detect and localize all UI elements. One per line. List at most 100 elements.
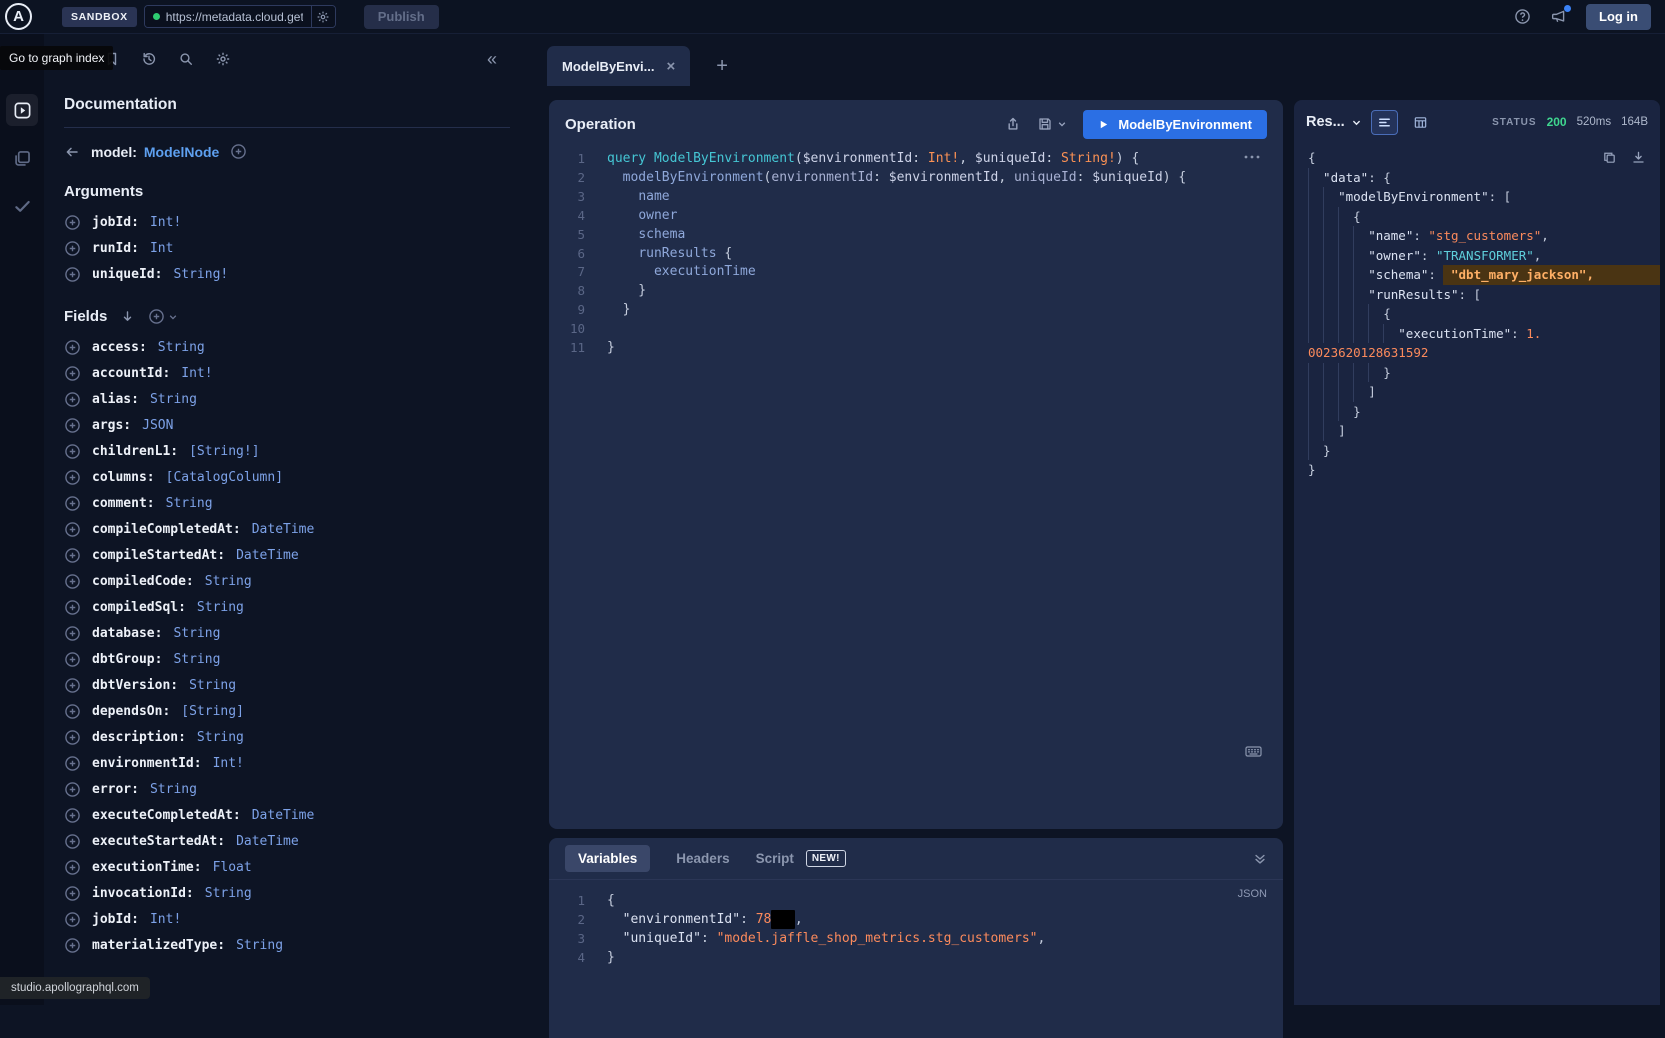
field-name: dependsOn: bbox=[92, 704, 170, 719]
add-field-button[interactable] bbox=[64, 417, 81, 434]
explorer-nav-button[interactable] bbox=[6, 94, 38, 126]
run-operation-button[interactable]: ModelByEnvironment bbox=[1083, 110, 1267, 139]
formatted-view-button[interactable] bbox=[1371, 110, 1398, 135]
add-field-button[interactable] bbox=[64, 547, 81, 564]
add-all-fields-button[interactable] bbox=[148, 308, 178, 325]
announcements-button[interactable] bbox=[1550, 8, 1567, 25]
field-type[interactable]: DateTime bbox=[236, 548, 299, 563]
add-field-button[interactable] bbox=[64, 521, 81, 538]
collections-nav-button[interactable] bbox=[6, 142, 38, 174]
argument-type[interactable]: Int! bbox=[150, 215, 181, 230]
variables-code[interactable]: { "environmentId": 78 , "uniqueId": "mod… bbox=[585, 891, 1283, 967]
response-title-dropdown[interactable]: Res... bbox=[1306, 114, 1362, 130]
operation-editor[interactable]: 1234567891011 query ModelByEnvironment($… bbox=[549, 148, 1283, 358]
field-type[interactable]: DateTime bbox=[236, 834, 299, 849]
search-button[interactable] bbox=[178, 51, 194, 67]
save-operation-button[interactable] bbox=[1037, 116, 1067, 132]
add-field-button[interactable] bbox=[64, 365, 81, 382]
field-type[interactable]: DateTime bbox=[252, 808, 315, 823]
field-type[interactable]: String bbox=[236, 938, 283, 953]
endpoint-url[interactable]: https://metadata.cloud.get bbox=[166, 10, 303, 24]
field-type[interactable]: Float bbox=[213, 860, 252, 875]
publish-button[interactable]: Publish bbox=[364, 5, 439, 29]
field-type[interactable]: [String] bbox=[181, 704, 244, 719]
field-type[interactable]: String bbox=[189, 678, 236, 693]
help-button[interactable] bbox=[1514, 8, 1531, 25]
add-field-button[interactable] bbox=[64, 781, 81, 798]
add-field-button[interactable] bbox=[64, 469, 81, 486]
field-type[interactable]: JSON bbox=[142, 418, 173, 433]
add-argument-button[interactable] bbox=[64, 266, 81, 283]
doc-type-name[interactable]: ModelNode bbox=[144, 144, 219, 160]
circle-plus-icon bbox=[64, 365, 81, 382]
add-type-button[interactable] bbox=[230, 143, 247, 160]
field-type[interactable]: [String!] bbox=[189, 444, 259, 459]
field-type[interactable]: String bbox=[158, 340, 205, 355]
field-type[interactable]: String bbox=[166, 496, 213, 511]
back-button[interactable] bbox=[64, 144, 80, 160]
field-type[interactable]: String bbox=[173, 626, 220, 641]
new-tab-button[interactable]: + bbox=[716, 56, 728, 76]
add-field-button[interactable] bbox=[64, 573, 81, 590]
field-type[interactable]: Int! bbox=[181, 366, 212, 381]
response-duration: 520ms bbox=[1577, 116, 1612, 128]
table-view-button[interactable] bbox=[1407, 110, 1434, 135]
tab-script[interactable]: Script bbox=[756, 851, 794, 866]
add-argument-button[interactable] bbox=[64, 214, 81, 231]
download-icon[interactable] bbox=[1631, 150, 1646, 165]
field-type[interactable]: String bbox=[205, 574, 252, 589]
history-button[interactable] bbox=[141, 51, 157, 67]
response-code[interactable]: {"data": {"modelByEnvironment": [{"name"… bbox=[1294, 148, 1660, 480]
explorer-settings-button[interactable] bbox=[215, 51, 231, 67]
field-type[interactable]: String bbox=[197, 730, 244, 745]
field-type[interactable]: DateTime bbox=[252, 522, 315, 537]
add-field-button[interactable] bbox=[64, 443, 81, 460]
collapse-panel-icon[interactable]: « bbox=[487, 50, 494, 68]
field-type[interactable]: String bbox=[150, 782, 197, 797]
variables-editor[interactable]: 1234 { "environmentId": 78 , "uniqueId":… bbox=[549, 880, 1283, 967]
add-field-button[interactable] bbox=[64, 729, 81, 746]
add-field-button[interactable] bbox=[64, 703, 81, 720]
copy-icon[interactable] bbox=[1602, 150, 1617, 165]
add-field-button[interactable] bbox=[64, 755, 81, 772]
login-button[interactable]: Log in bbox=[1586, 4, 1651, 30]
close-tab-icon[interactable]: × bbox=[666, 59, 675, 74]
argument-type[interactable]: String! bbox=[173, 267, 228, 282]
tab-variables[interactable]: Variables bbox=[565, 845, 650, 872]
tab-headers[interactable]: Headers bbox=[676, 851, 729, 866]
sort-fields-button[interactable] bbox=[120, 309, 135, 324]
apollo-logo[interactable]: A bbox=[5, 3, 32, 30]
endpoint-url-field[interactable]: https://metadata.cloud.get bbox=[145, 6, 311, 27]
add-field-button[interactable] bbox=[64, 495, 81, 512]
field-type[interactable]: String bbox=[173, 652, 220, 667]
connection-settings-button[interactable] bbox=[311, 6, 335, 27]
keyboard-shortcuts-button[interactable] bbox=[1244, 743, 1263, 759]
add-field-button[interactable] bbox=[64, 625, 81, 642]
checks-nav-button[interactable] bbox=[6, 190, 38, 222]
field-type[interactable]: [CatalogColumn] bbox=[166, 470, 283, 485]
field-type[interactable]: String bbox=[150, 392, 197, 407]
operation-tab[interactable]: ModelByEnvi... × bbox=[547, 46, 690, 86]
field-type[interactable]: Int! bbox=[213, 756, 244, 771]
add-field-button[interactable] bbox=[64, 885, 81, 902]
field-type[interactable]: String bbox=[197, 600, 244, 615]
add-field-button[interactable] bbox=[64, 937, 81, 954]
add-field-button[interactable] bbox=[64, 599, 81, 616]
add-field-button[interactable] bbox=[64, 391, 81, 408]
operation-code[interactable]: query ModelByEnvironment($environmentId:… bbox=[585, 150, 1283, 358]
share-operation-button[interactable] bbox=[1005, 116, 1021, 132]
add-field-button[interactable] bbox=[64, 911, 81, 928]
field-type[interactable]: Int! bbox=[150, 912, 181, 927]
operation-menu-button[interactable] bbox=[1243, 154, 1261, 160]
add-argument-button[interactable] bbox=[64, 240, 81, 257]
collapse-variables-button[interactable] bbox=[1253, 852, 1267, 866]
add-field-button[interactable] bbox=[64, 339, 81, 356]
add-field-button[interactable] bbox=[64, 833, 81, 850]
argument-type[interactable]: Int bbox=[150, 241, 173, 256]
field-type[interactable]: String bbox=[205, 886, 252, 901]
add-field-button[interactable] bbox=[64, 677, 81, 694]
add-field-button[interactable] bbox=[64, 807, 81, 824]
add-field-button[interactable] bbox=[64, 859, 81, 876]
add-field-button[interactable] bbox=[64, 651, 81, 668]
field-row: access: String bbox=[44, 334, 530, 360]
